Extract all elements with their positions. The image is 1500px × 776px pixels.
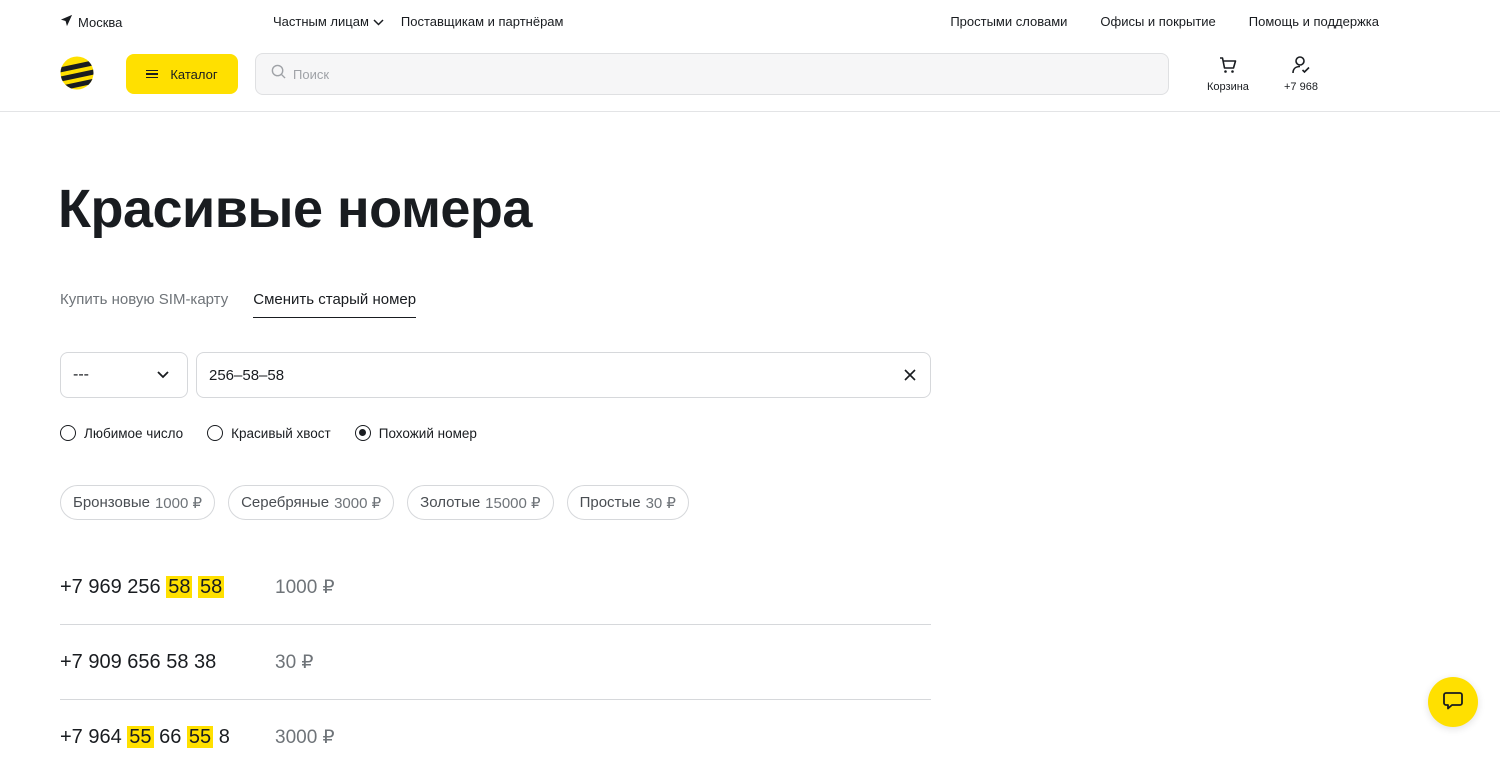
number-part: 8 <box>213 726 230 748</box>
chip-price: 30 ₽ <box>645 494 676 512</box>
prefix-select-value: --- <box>73 366 89 383</box>
catalog-label: Каталог <box>170 66 218 82</box>
close-icon[interactable] <box>904 369 916 381</box>
menu-icon <box>146 69 159 79</box>
chevron-down-icon <box>373 14 384 29</box>
chip-simple[interactable]: Простые 30 ₽ <box>566 485 689 520</box>
segment-nav: Частным лицам Поставщикам и партнёрам <box>273 14 563 29</box>
radio-favorite-number[interactable]: Любимое число <box>60 425 183 441</box>
chip-name: Бронзовые <box>73 494 150 511</box>
number-row[interactable]: +7 909 656 58 38 30 ₽ <box>60 625 931 700</box>
phone-number: +7 909 656 58 38 <box>60 651 275 674</box>
chat-bubble-icon <box>1442 689 1464 716</box>
chip-silver[interactable]: Серебряные 3000 ₽ <box>228 485 395 520</box>
number-highlight: 55 <box>186 726 214 748</box>
city-selector[interactable]: Москва <box>60 14 122 30</box>
chip-bronze[interactable]: Бронзовые 1000 ₽ <box>60 485 216 520</box>
nav-private-persons[interactable]: Частным лицам <box>273 14 384 29</box>
number-price: 30 ₽ <box>275 651 314 673</box>
radio-label: Похожий номер <box>378 425 477 441</box>
number-price: 3000 ₽ <box>275 727 335 748</box>
chip-price: 15000 ₽ <box>485 494 541 512</box>
category-chips: Бронзовые 1000 ₽ Серебряные 3000 ₽ Золот… <box>60 485 689 520</box>
search-mode-radios: Любимое число Красивый хвост Похожий ном… <box>60 425 477 441</box>
number-part: +7 964 <box>60 726 128 748</box>
number-row[interactable]: +7 969 256 58 58 1000 ₽ <box>60 550 931 625</box>
number-price: 1000 ₽ <box>275 576 335 598</box>
phone-number: +7 964 55 66 55 8 <box>60 726 275 749</box>
number-highlight: 58 <box>198 575 225 598</box>
site-search <box>255 53 1169 95</box>
number-part: +7 909 656 58 38 <box>60 650 217 673</box>
catalog-button[interactable]: Каталог <box>126 54 238 94</box>
top-bar: Москва Частным лицам Поставщикам и партн… <box>0 0 1500 44</box>
tab-change-old-number[interactable]: Сменить старый номер <box>253 291 417 318</box>
nav-partners[interactable]: Поставщикам и партнёрам <box>401 14 564 29</box>
nav-offices-coverage[interactable]: Офисы и покрытие <box>1100 14 1215 29</box>
account-label: +7 968 <box>1284 81 1318 93</box>
number-part: 66 <box>153 726 187 748</box>
nav-simple-words[interactable]: Простыми словами <box>950 14 1067 29</box>
chip-price: 3000 ₽ <box>334 494 382 512</box>
city-label: Москва <box>78 14 123 30</box>
phone-number: +7 969 256 58 58 <box>60 575 275 599</box>
chip-price: 1000 ₽ <box>154 494 203 512</box>
utility-nav: Простыми словами Офисы и покрытие Помощь… <box>950 14 1379 29</box>
radio-circle <box>60 425 76 441</box>
cart-button[interactable]: Корзина <box>1207 55 1249 93</box>
number-part: +7 969 256 <box>60 575 167 598</box>
radio-circle <box>354 425 371 441</box>
account-button[interactable]: +7 968 <box>1284 55 1318 93</box>
radio-similar-number[interactable]: Похожий номер <box>354 425 477 441</box>
beeline-logo[interactable] <box>60 56 94 90</box>
radio-label: Красивый хвост <box>231 425 331 441</box>
number-highlight: 58 <box>166 575 193 598</box>
chip-name: Простые <box>579 494 641 511</box>
nav-private-persons-label: Частным лицам <box>273 14 369 29</box>
search-icon <box>271 64 286 84</box>
prefix-select[interactable]: --- <box>60 352 188 398</box>
radio-beautiful-tail[interactable]: Красивый хвост <box>207 425 331 441</box>
page-title: Красивые номера <box>58 179 532 239</box>
user-check-icon <box>1291 55 1311 78</box>
chip-name: Золотые <box>420 494 481 511</box>
number-search-field <box>196 352 931 398</box>
mode-tabs: Купить новую SIM-карту Сменить старый но… <box>60 291 417 318</box>
number-input[interactable] <box>209 366 904 384</box>
nav-help-support[interactable]: Помощь и поддержка <box>1249 14 1379 29</box>
search-input[interactable] <box>293 66 1153 82</box>
number-row[interactable]: +7 964 55 66 55 8 3000 ₽ <box>60 700 931 775</box>
radio-label: Любимое число <box>84 425 184 441</box>
chip-name: Серебряные <box>241 494 330 511</box>
main-header: Каталог Корзина +7 968 <box>0 44 1500 112</box>
cart-icon <box>1218 55 1238 78</box>
number-results-list: +7 969 256 58 58 1000 ₽ +7 909 656 58 38… <box>60 550 931 775</box>
cart-label: Корзина <box>1207 81 1249 93</box>
radio-circle <box>207 425 224 441</box>
chip-gold[interactable]: Золотые 15000 ₽ <box>407 485 554 520</box>
location-arrow-icon <box>60 14 73 30</box>
chat-button[interactable] <box>1428 677 1478 727</box>
number-highlight: 55 <box>127 726 154 748</box>
chevron-down-icon <box>157 366 169 384</box>
tab-buy-new-sim[interactable]: Купить новую SIM-карту <box>60 291 228 318</box>
